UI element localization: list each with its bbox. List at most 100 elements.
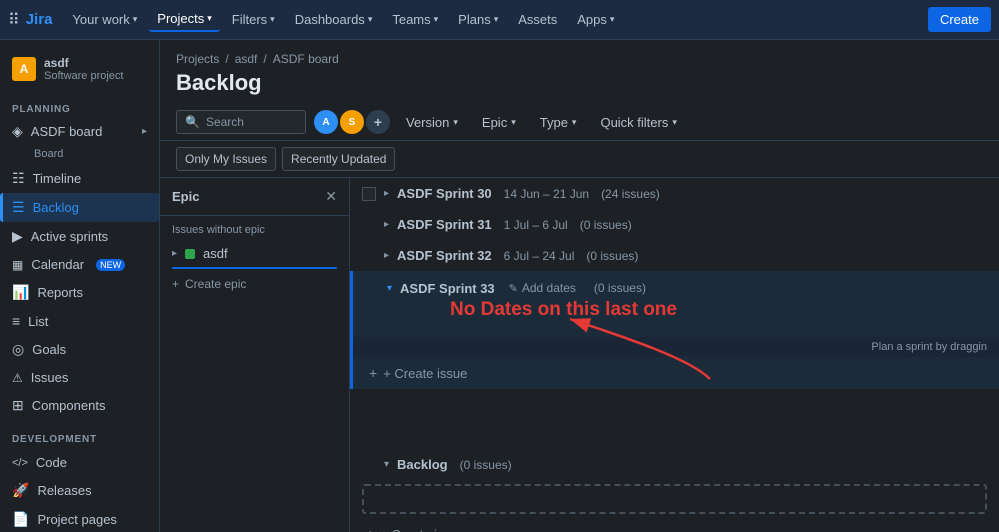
toolbar: 🔍 A S + Version ▾ Epic ▾ Type ▾ Quick fi	[160, 104, 999, 141]
create-epic-button[interactable]: + Create epic	[160, 269, 349, 299]
search-box[interactable]: 🔍	[176, 110, 306, 134]
sprint-30-issues: (24 issues)	[601, 187, 660, 201]
epic-item-asdf[interactable]: ▸ asdf	[160, 240, 349, 267]
sidebar-item-timeline[interactable]: ☷ Timeline	[0, 164, 159, 193]
sprint-30-checkbox[interactable]	[362, 187, 376, 201]
backlog-section-row[interactable]: ▾ Backlog (0 issues)	[350, 449, 999, 480]
sidebar-item-code[interactable]: </> Code	[0, 449, 159, 476]
type-filter[interactable]: Type ▾	[532, 111, 585, 134]
search-icon: 🔍	[185, 115, 200, 129]
sprint-30-dates: 14 Jun – 21 Jun	[504, 187, 589, 201]
sidebar-board-sublabel: Board	[12, 148, 63, 160]
add-avatar-button[interactable]: +	[366, 110, 390, 134]
sprint-row-32[interactable]: ▸ ASDF Sprint 32 6 Jul – 24 Jul (0 issue…	[350, 240, 999, 271]
sprint-30-name: ASDF Sprint 30	[397, 186, 492, 201]
add-dates-button[interactable]: ✎ Add dates	[503, 279, 582, 297]
version-filter[interactable]: Version ▾	[398, 111, 466, 134]
nav-teams[interactable]: Teams ▾	[384, 8, 446, 31]
issues-label: Issues	[31, 370, 69, 385]
quick-filters[interactable]: Quick filters ▾	[592, 111, 684, 134]
epic-name: asdf	[203, 246, 228, 261]
plus-icon: +	[366, 526, 374, 532]
search-input[interactable]	[206, 115, 286, 129]
board-icon: ◈	[12, 123, 23, 140]
avatar-2[interactable]: S	[340, 110, 364, 134]
sidebar-item-goals[interactable]: ◎ Goals	[0, 335, 159, 364]
breadcrumb: Projects / asdf / ASDF board	[176, 52, 983, 66]
sidebar-item-reports[interactable]: 📊 Reports	[0, 278, 159, 307]
create-issue-sprint33[interactable]: + + Create issue	[350, 357, 999, 389]
code-icon: </>	[12, 457, 28, 469]
create-button[interactable]: Create	[928, 7, 991, 32]
backlog-main: ▸ ASDF Sprint 30 14 Jun – 21 Jun (24 iss…	[350, 178, 999, 532]
only-my-issues-btn[interactable]: Only My Issues	[176, 147, 276, 171]
project-info: A asdf Software project	[0, 48, 159, 90]
sidebar-item-issues[interactable]: ⚠ Issues	[0, 364, 159, 391]
sidebar-item-active-sprints[interactable]: ▶ Active sprints	[0, 222, 159, 251]
project-name: asdf	[44, 56, 123, 70]
chevron-icon: ▾	[270, 14, 275, 25]
chevron-down-icon: ▾	[453, 117, 458, 128]
create-issue-backlog[interactable]: + + Create issue	[350, 518, 999, 532]
plus-icon: +	[172, 277, 179, 291]
chevron-right-icon: ▸	[172, 248, 177, 259]
sidebar-item-calendar[interactable]: ▦ Calendar NEW	[0, 251, 159, 278]
sidebar-item-backlog[interactable]: ☰ Backlog	[0, 193, 159, 222]
chevron-down-icon: ▾	[387, 283, 392, 294]
sprint-32-name: ASDF Sprint 32	[397, 248, 492, 263]
backlog-label: Backlog	[397, 457, 448, 472]
releases-icon: 🚀	[12, 482, 29, 499]
sidebar-item-releases[interactable]: 🚀 Releases	[0, 476, 159, 505]
sidebar-item-asdf-board[interactable]: ◈ ASDF board ▸ Board	[0, 119, 159, 164]
planning-label: PLANNING	[0, 98, 159, 119]
recently-updated-btn[interactable]: Recently Updated	[282, 147, 395, 171]
sprint-row-30[interactable]: ▸ ASDF Sprint 30 14 Jun – 21 Jun (24 iss…	[350, 178, 999, 209]
breadcrumb-board[interactable]: ASDF board	[273, 52, 339, 66]
sidebar-item-project-pages[interactable]: 📄 Project pages	[0, 505, 159, 532]
sprint-33-issues: (0 issues)	[594, 281, 646, 295]
chevron-right-icon: ▸	[384, 219, 389, 230]
chevron-icon: ▾	[207, 13, 212, 24]
new-badge: NEW	[96, 259, 125, 271]
sprint-33-empty-area	[350, 305, 999, 337]
sidebar-item-components[interactable]: ⊞ Components	[0, 391, 159, 420]
pencil-icon: ✎	[509, 282, 518, 295]
chevron-right-icon: ▸	[384, 188, 389, 199]
sidebar-item-list[interactable]: ≡ List	[0, 307, 159, 335]
nav-assets[interactable]: Assets	[510, 8, 565, 31]
avatar-1[interactable]: A	[314, 110, 338, 134]
sidebar-asdf-board-label: ASDF board	[31, 124, 103, 139]
calendar-icon: ▦	[12, 258, 23, 272]
nav-apps[interactable]: Apps ▾	[569, 8, 622, 31]
backlog-label: Backlog	[33, 200, 79, 215]
plus-icon: +	[369, 365, 377, 381]
quick-filter-bar: Only My Issues Recently Updated	[160, 141, 999, 178]
pages-icon: 📄	[12, 511, 29, 528]
active-sprints-label: Active sprints	[31, 229, 108, 244]
backlog-icon: ☰	[12, 199, 25, 216]
sprint-32-dates: 6 Jul – 24 Jul	[504, 249, 575, 263]
chevron-right-icon: ▸	[384, 250, 389, 261]
sprint-row-33[interactable]: ▾ ASDF Sprint 33 ✎ Add dates (0 issues)	[350, 271, 999, 305]
project-pages-label: Project pages	[37, 512, 117, 527]
close-icon[interactable]: ✕	[325, 188, 337, 205]
breadcrumb-projects[interactable]: Projects	[176, 52, 219, 66]
nav-plans[interactable]: Plans ▾	[450, 8, 506, 31]
avatar-group: A S +	[314, 110, 390, 134]
chevron-icon: ▾	[494, 14, 499, 25]
nav-projects[interactable]: Projects ▾	[149, 7, 220, 32]
sprint-33-name: ASDF Sprint 33	[400, 281, 495, 296]
components-icon: ⊞	[12, 397, 24, 414]
chevron-down-icon: ▾	[672, 117, 677, 128]
top-nav: ⠿ Jira Your work ▾ Projects ▾ Filters ▾ …	[0, 0, 999, 40]
chevron-icon: ▾	[133, 14, 138, 25]
chevron-down-icon: ▾	[511, 117, 516, 128]
nav-dashboards[interactable]: Dashboards ▾	[287, 8, 381, 31]
epic-color-indicator	[185, 249, 195, 259]
nav-filters[interactable]: Filters ▾	[224, 8, 283, 31]
sprint-row-31[interactable]: ▸ ASDF Sprint 31 1 Jul – 6 Jul (0 issues…	[350, 209, 999, 240]
list-icon: ≡	[12, 313, 20, 329]
breadcrumb-project[interactable]: asdf	[235, 52, 258, 66]
nav-your-work[interactable]: Your work ▾	[64, 8, 145, 31]
epic-filter[interactable]: Epic ▾	[474, 111, 524, 134]
